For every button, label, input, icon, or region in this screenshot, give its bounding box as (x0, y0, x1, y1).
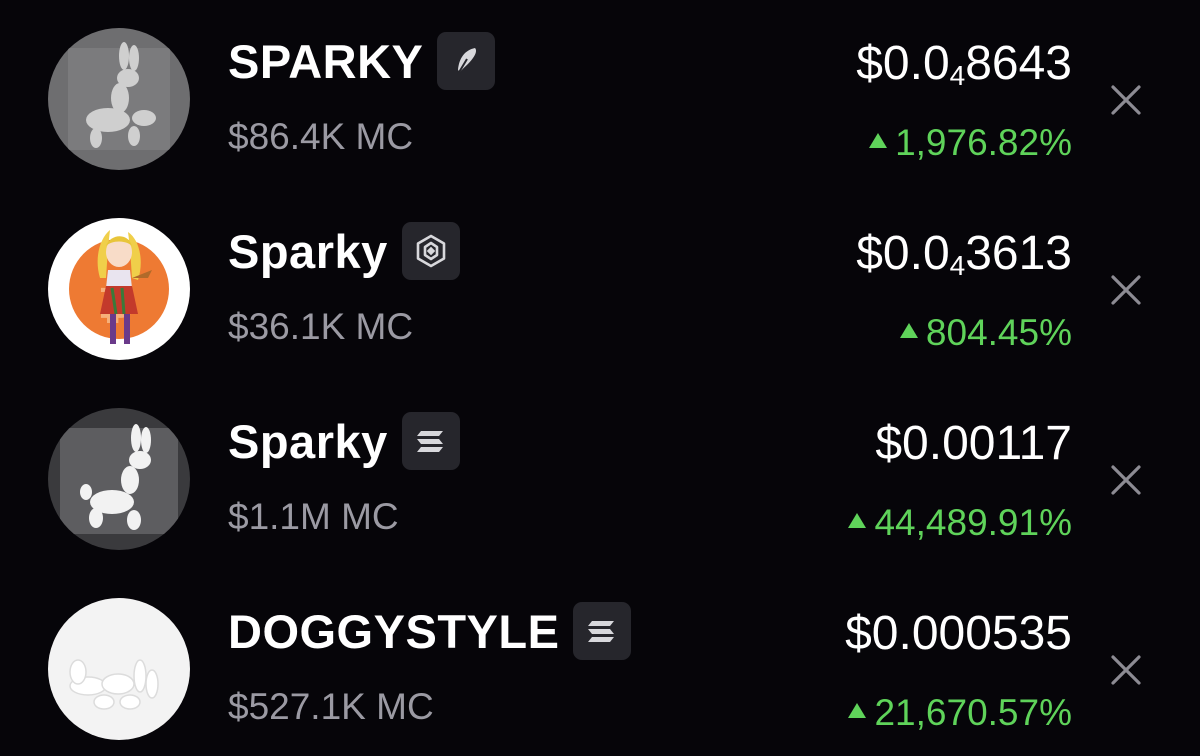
triangle-up-icon (848, 703, 867, 718)
feather-icon (437, 32, 496, 90)
close-icon (1111, 85, 1141, 115)
token-row[interactable]: ₿ Sparky (0, 190, 1200, 380)
token-row[interactable]: DOGGYSTYLE $527.1K MC $0.000535 21,670.5… (0, 570, 1200, 756)
token-name-line: DOGGYSTYLE (228, 600, 632, 662)
price-change: 44,489.91% (848, 504, 1072, 541)
token-name: SPARKY (228, 34, 424, 88)
price-change: 804.45% (899, 312, 1072, 353)
close-icon (1111, 275, 1141, 305)
bnb-chain-icon (401, 222, 460, 280)
token-avatar (48, 408, 190, 550)
token-avatar: ₿ (48, 218, 190, 360)
remove-button[interactable] (1110, 84, 1142, 116)
token-name: Sparky (228, 224, 388, 278)
token-row[interactable]: Sparky $1.1M MC $0.00117 44,489.91% (0, 380, 1200, 570)
balloon-dog-image (48, 598, 190, 740)
token-price: $0.000535 (845, 607, 1072, 660)
price-change-percent: 804.45% (925, 312, 1072, 353)
token-name: Sparky (228, 414, 388, 468)
balloon-dog-image (48, 408, 190, 550)
price-change-percent: 1,976.82% (895, 122, 1072, 163)
price-change: 1,976.82% (869, 124, 1072, 161)
close-icon (1111, 465, 1141, 495)
market-cap: $527.1K MC (228, 686, 434, 727)
triangle-up-icon (848, 513, 867, 528)
remove-button[interactable] (1110, 464, 1142, 496)
token-avatar (48, 28, 190, 170)
triangle-up-icon (869, 133, 888, 148)
solana-icon (401, 412, 460, 470)
token-name-line: Sparky (228, 220, 460, 282)
token-name-line: SPARKY (228, 30, 496, 92)
token-name-line: Sparky (228, 410, 460, 472)
token-price: $0.043613 (856, 227, 1072, 281)
market-cap: $86.4K MC (228, 116, 414, 157)
market-cap: $1.1M MC (228, 496, 399, 537)
close-icon (1111, 655, 1141, 685)
price-change-percent: 21,670.57% (874, 692, 1072, 733)
price-change-percent: 44,489.91% (874, 502, 1072, 543)
balloon-dog-image (48, 28, 190, 170)
price-change: 21,670.57% (848, 694, 1072, 731)
solana-icon (573, 602, 632, 660)
remove-button[interactable] (1110, 654, 1142, 686)
token-name: DOGGYSTYLE (228, 604, 560, 658)
anime-girl-image: ₿ (48, 218, 190, 360)
token-avatar (48, 598, 190, 740)
token-row[interactable]: SPARKY $86.4K MC $0.048643 1,976.82% (0, 0, 1200, 190)
token-price: $0.00117 (875, 417, 1072, 470)
triangle-up-icon (899, 323, 918, 338)
market-cap: $36.1K MC (228, 306, 414, 347)
token-price: $0.048643 (856, 37, 1072, 91)
remove-button[interactable] (1110, 274, 1142, 306)
token-watchlist: SPARKY $86.4K MC $0.048643 1,976.82% ₿ (0, 0, 1200, 756)
